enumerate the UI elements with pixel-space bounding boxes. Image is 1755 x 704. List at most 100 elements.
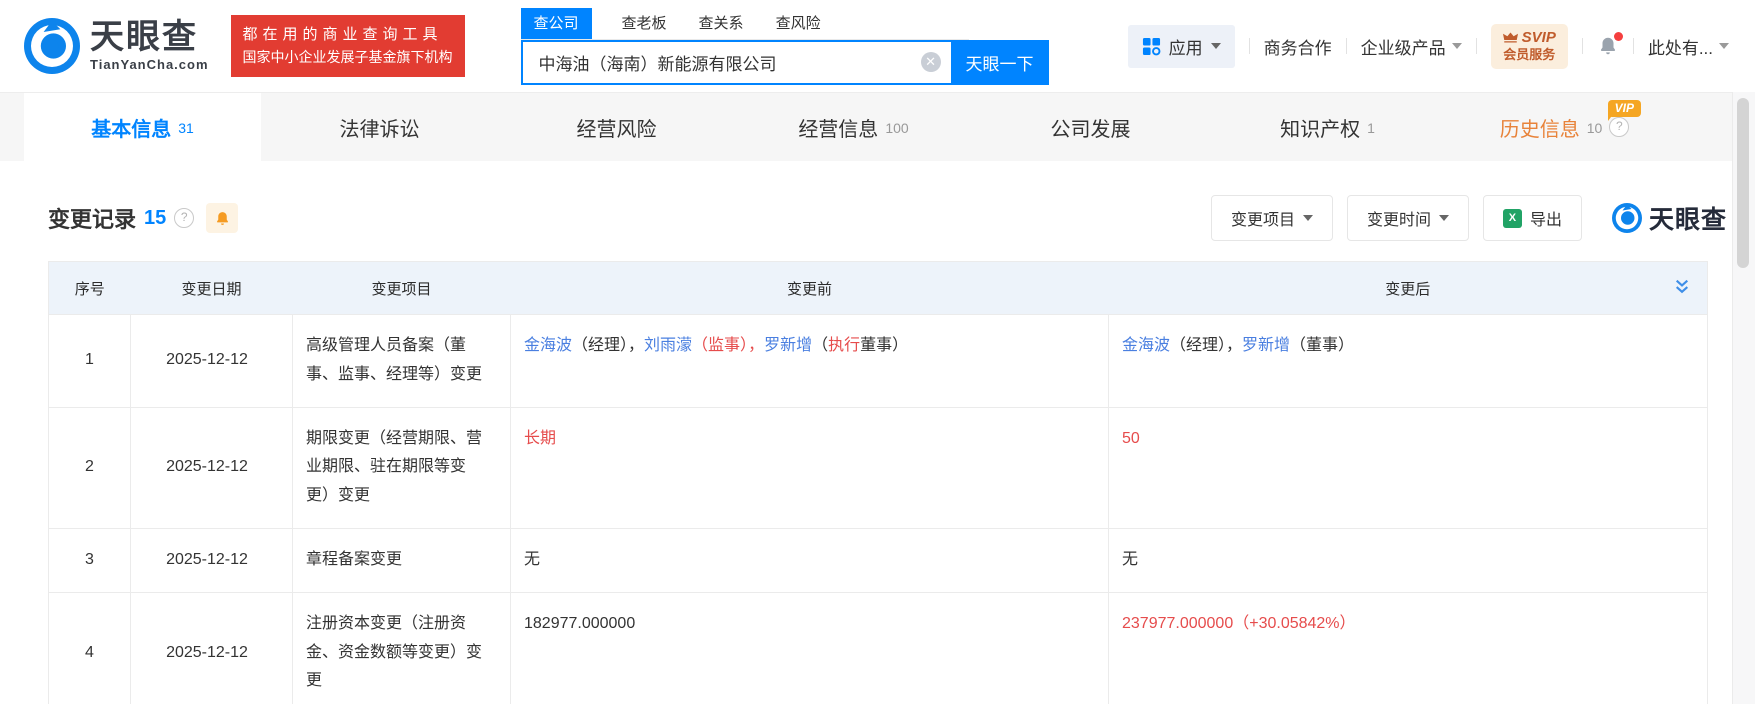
change-date-cell: 2025-12-12 (130, 591, 293, 704)
person-link[interactable]: 金海波 (1122, 337, 1170, 354)
row-number-cell: 4 (48, 591, 131, 704)
business-cooperation-link[interactable]: 商务合作 (1264, 34, 1332, 59)
tab-label: 知识产权 (1280, 118, 1361, 141)
user-account-menu[interactable]: 此处有... (1648, 34, 1729, 59)
tab-label: 基本信息 (91, 118, 172, 141)
notification-dot (1613, 32, 1623, 41)
filter-label: 变更时间 (1366, 212, 1431, 229)
before-change-cell: 无 (510, 527, 1109, 593)
search-button[interactable]: 天眼一下 (950, 39, 1049, 85)
slogan-line2: 国家中小企业发展子基金旗下机构 (242, 48, 453, 65)
tab-count: 1 (1367, 120, 1375, 136)
change-text: 无 (524, 550, 541, 568)
search-tab-relation[interactable]: 查关系 (697, 8, 746, 39)
change-text: 182977.000000 (524, 614, 636, 632)
excel-icon: X (1502, 208, 1522, 228)
chevron-down-icon (1719, 43, 1729, 49)
chevron-down-icon (1302, 215, 1313, 221)
svip-label: SVIP (1521, 28, 1556, 46)
search-box: ✕ (520, 39, 951, 85)
chevron-down-icon (1438, 215, 1449, 221)
scrollbar[interactable] (1732, 92, 1755, 704)
tianyancha-logo-icon (24, 18, 80, 74)
change-text: ， (748, 337, 765, 354)
notifications-button[interactable] (1597, 32, 1623, 57)
collapse-all-icon[interactable] (1673, 278, 1691, 299)
table-row: 2 2025-12-12 期限变更（经营期限、营业期限、驻在期限等变更）变更 长… (48, 406, 1708, 529)
slogan-banner: 都在用的商业查询工具 国家中小企业发展子基金旗下机构 (230, 15, 465, 77)
tab-history-info[interactable]: VIP 历史信息 10 ? (1446, 93, 1683, 161)
watermark-text: 天眼查 (1648, 206, 1727, 234)
row-number-cell: 1 (48, 314, 131, 408)
after-change-cell: 50 (1108, 406, 1708, 529)
change-record-section-header: 变更记录 15 ? 变更项目 变更时间 X 导出 天眼查 (48, 195, 1727, 241)
tab-basic-info[interactable]: 基本信息 31 (24, 93, 261, 161)
subscribe-alert-button[interactable] (206, 203, 239, 233)
scrollbar-thumb[interactable] (1737, 98, 1749, 268)
vip-badge: VIP (1607, 100, 1641, 121)
filter-change-item-button[interactable]: 变更项目 (1210, 195, 1333, 241)
tab-company-development[interactable]: 公司发展 (972, 93, 1209, 161)
after-change-cell: 无 (1108, 527, 1708, 593)
divider (1345, 38, 1347, 54)
help-icon[interactable]: ? (174, 208, 195, 228)
before-change-cell: 182977.000000 (510, 591, 1109, 704)
person-link[interactable]: 金海波 (524, 337, 572, 354)
tab-count: 31 (178, 120, 194, 136)
divider (1475, 38, 1477, 54)
change-text: 长期 (524, 429, 557, 447)
top-right-nav: 应用 商务合作 企业级产品 SVIP 会员服务 此处有... (1127, 23, 1729, 69)
company-nav-tabs: 基本信息 31 法律诉讼 经营风险 经营信息 100 公司发展 知识产权 1 V… (0, 92, 1755, 161)
before-change-cell: 金海波（经理），刘雨濛（监事），罗新增（执行董事） (510, 314, 1109, 408)
export-button[interactable]: X 导出 (1482, 195, 1582, 241)
tab-label: 法律诉讼 (339, 118, 420, 141)
table-row: 4 2025-12-12 注册资本变更（注册资金、资金数额等变更）变更 1829… (48, 591, 1708, 704)
search-tab-company[interactable]: 查公司 (520, 7, 592, 39)
change-date-cell: 2025-12-12 (130, 527, 293, 593)
svip-member-service[interactable]: SVIP 会员服务 (1490, 23, 1568, 69)
change-date-cell: 2025-12-12 (130, 314, 293, 408)
tab-operational-risk[interactable]: 经营风险 (498, 93, 735, 161)
tab-label: 公司发展 (1050, 118, 1131, 141)
change-text: 无 (1122, 550, 1139, 568)
table-row: 3 2025-12-12 章程备案变更 无 无 (48, 527, 1708, 593)
filter-change-time-button[interactable]: 变更时间 (1346, 195, 1469, 241)
table-actions: 变更项目 变更时间 X 导出 天眼查 (1210, 195, 1727, 241)
tab-label: 历史信息 (1499, 118, 1580, 141)
header-change-item: 变更项目 (292, 261, 511, 315)
header-after: 变更后 (1108, 261, 1708, 315)
tab-intellectual-property[interactable]: 知识产权 1 (1209, 93, 1446, 161)
change-table-body: 1 2025-12-12 高级管理人员备案（董事、监事、经理等）变更 金海波（经… (48, 314, 1708, 704)
slogan-line1: 都在用的商业查询工具 (242, 26, 443, 44)
divider (1581, 38, 1583, 54)
search-tab-risk[interactable]: 查风险 (774, 8, 823, 39)
tab-count: 10 (1586, 120, 1603, 136)
tab-legal-proceedings[interactable]: 法律诉讼 (261, 93, 498, 161)
search-input[interactable] (536, 51, 921, 73)
apps-menu[interactable]: 应用 (1127, 24, 1235, 68)
header-serial: 序号 (48, 261, 131, 315)
bell-icon (216, 211, 228, 225)
section-count: 15 (144, 206, 167, 229)
person-link[interactable]: 刘雨濛 (644, 337, 692, 354)
after-change-cell: 237977.000000（+30.05842%） (1108, 591, 1708, 704)
tianyancha-logo-icon (1611, 203, 1642, 233)
change-text: （ (812, 337, 829, 354)
clear-search-icon[interactable]: ✕ (920, 52, 941, 72)
row-number-cell: 3 (48, 527, 131, 593)
person-link[interactable]: 罗新增 (764, 337, 812, 354)
logo-text: 天眼查 TianYanCha.com (90, 20, 209, 72)
change-text: （董事） (1290, 337, 1355, 354)
person-link[interactable]: 罗新增 (1242, 337, 1290, 354)
svip-sublabel: 会员服务 (1503, 47, 1556, 63)
change-text: 237977.000000（+30.05842%） (1122, 614, 1356, 632)
change-text: （经理）， (1170, 337, 1243, 354)
after-change-cell: 金海波（经理），罗新增（董事） (1108, 314, 1708, 408)
table-header-row: 序号 变更日期 变更项目 变更前 变更后 (48, 261, 1708, 315)
enterprise-products-menu[interactable]: 企业级产品 (1361, 34, 1462, 59)
tab-business-info[interactable]: 经营信息 100 (735, 93, 972, 161)
tianyancha-logo[interactable]: 天眼查 TianYanCha.com (24, 18, 209, 74)
search-tab-boss[interactable]: 查老板 (620, 8, 669, 39)
chevron-down-icon (1451, 43, 1462, 49)
filter-label: 变更项目 (1230, 212, 1295, 229)
